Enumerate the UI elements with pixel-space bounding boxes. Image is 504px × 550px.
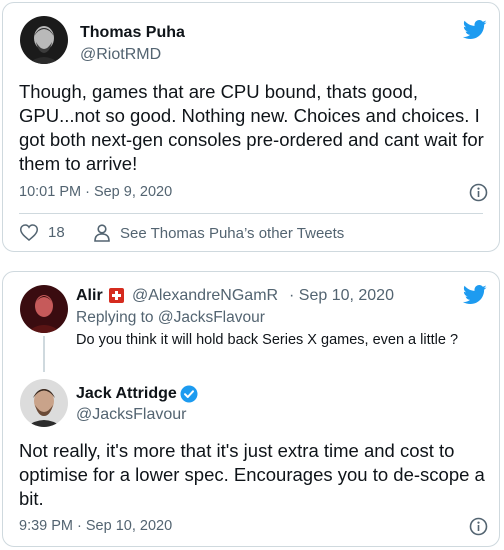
avatar-jack-attridge[interactable] — [20, 379, 68, 427]
info-icon[interactable] — [469, 183, 488, 207]
reply-tweet-text: Not really, it's more that it's just ext… — [19, 440, 485, 509]
author-handle[interactable]: @RiotRMD — [80, 46, 161, 64]
twitter-bird-icon[interactable] — [462, 20, 487, 45]
heart-icon — [20, 224, 38, 241]
embedded-tweet-card-reply: Alir @AlexandreNGamR · Sep 10, 2020 Repl… — [2, 271, 500, 547]
reply-author-name[interactable]: Jack Attridge — [76, 385, 177, 403]
parent-author-name[interactable]: Alir — [76, 287, 103, 305]
info-icon[interactable] — [469, 517, 488, 541]
like-count: 18 — [48, 224, 65, 241]
verified-badge-icon — [180, 385, 198, 408]
tweet-text: Though, games that are CPU bound, thats … — [19, 81, 484, 174]
see-other-tweets-link[interactable]: See Thomas Puha’s other Tweets — [94, 224, 344, 242]
embedded-tweet-card-main: Thomas Puha @RiotRMD Though, games that … — [2, 2, 500, 252]
see-other-tweets-label: See Thomas Puha’s other Tweets — [120, 224, 345, 242]
reply-timestamp[interactable]: 9:39 PM · Sep 10, 2020 — [19, 518, 172, 534]
person-icon — [94, 224, 110, 242]
tweet-timestamp[interactable]: 10:01 PM · Sep 9, 2020 — [19, 184, 172, 200]
parent-tweet-date[interactable]: · Sep 10, 2020 — [289, 287, 394, 305]
parent-author-handle[interactable]: @AlexandreNGamR — [132, 287, 278, 305]
swiss-flag-icon — [109, 288, 124, 308]
avatar-thomas-puha[interactable] — [20, 16, 68, 64]
twitter-bird-icon[interactable] — [462, 285, 487, 310]
parent-tweet-text: Do you think it will hold back Series X … — [76, 332, 459, 348]
replying-to[interactable]: Replying to @JacksFlavour — [76, 309, 265, 327]
like-action[interactable]: 18 — [20, 224, 65, 241]
author-name[interactable]: Thomas Puha — [80, 24, 185, 42]
reply-author-handle[interactable]: @JacksFlavour — [76, 406, 187, 424]
thread-connector — [43, 336, 45, 372]
divider — [19, 213, 483, 214]
avatar-alir[interactable] — [20, 285, 68, 333]
